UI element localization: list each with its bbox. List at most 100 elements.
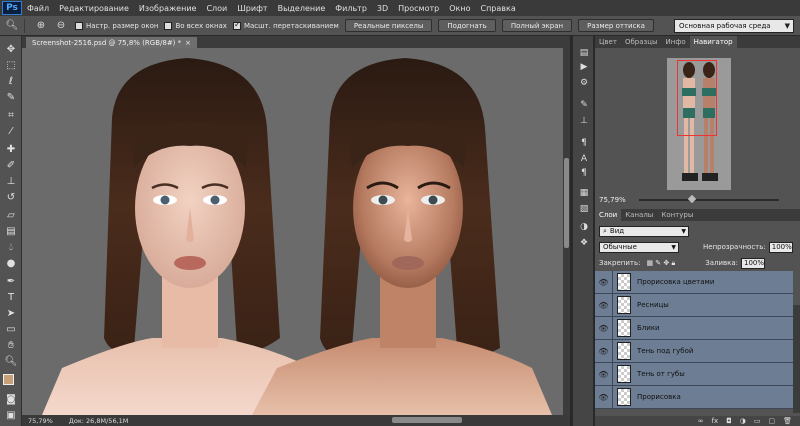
menu-file[interactable]: Файл [22, 4, 54, 13]
layer-filter-select[interactable]: ⌕ Вид ▼ [599, 225, 689, 237]
fill-input[interactable]: 100% [741, 257, 766, 269]
crop-tool-icon[interactable]: ⌗ [3, 108, 19, 122]
menu-select[interactable]: Выделение [273, 4, 331, 13]
actions-icon[interactable]: ▶ [577, 60, 591, 73]
layer-name[interactable]: Тень от губы [637, 370, 685, 378]
layers-scrollbar[interactable] [793, 305, 800, 413]
rectangle-tool-icon[interactable]: ▭ [3, 322, 19, 336]
menu-view[interactable]: Просмотр [393, 4, 444, 13]
paragraph-icon[interactable]: ¶ [577, 136, 591, 149]
tab-info[interactable]: Инфо [662, 36, 690, 48]
brush-tool-icon[interactable]: ✐ [3, 158, 19, 172]
blur-tool-icon[interactable]: 💧︎ [3, 240, 19, 254]
menu-filter[interactable]: Фильтр [330, 4, 372, 13]
move-tool-icon[interactable]: ✥ [3, 42, 19, 56]
tab-swatches[interactable]: Образцы [621, 36, 662, 48]
lock-icons[interactable]: ▦ ✎ ✥ 🔒︎ [646, 259, 675, 268]
marquee-tool-icon[interactable]: ⬚ [3, 58, 19, 72]
navigator-zoom-value[interactable]: 75,79% [599, 196, 626, 204]
checkbox-box[interactable] [164, 21, 173, 30]
actual-pixels-button[interactable]: Реальные пикселы [344, 19, 433, 32]
quick-mask-icon[interactable]: ◙ [3, 392, 19, 406]
print-size-button[interactable]: Размер оттиска [578, 19, 654, 32]
gradient-tool-icon[interactable]: ▤ [3, 224, 19, 238]
healing-brush-tool-icon[interactable]: ✚ [3, 142, 19, 156]
menu-3d[interactable]: 3D [372, 4, 393, 13]
tab-paths[interactable]: Контуры [657, 209, 697, 221]
glyph-icon[interactable]: ¶ [577, 166, 591, 179]
character-icon[interactable]: A [577, 152, 591, 165]
clone-source-icon[interactable]: ⊥ [577, 114, 591, 127]
eye-icon[interactable]: 👁︎ [595, 340, 613, 362]
eye-icon[interactable]: 👁︎ [595, 363, 613, 385]
zoom-level[interactable]: 75,79% [22, 417, 59, 425]
adjustment-icon[interactable]: ◑ [740, 417, 746, 425]
trash-icon[interactable]: 🗑︎ [783, 417, 792, 425]
lasso-tool-icon[interactable]: ℓ [3, 74, 19, 88]
foreground-color-swatch[interactable] [3, 374, 14, 385]
zoom-out-icon[interactable]: ⊖ [53, 19, 69, 33]
menu-edit[interactable]: Редактирование [54, 4, 134, 13]
eye-icon[interactable]: 👁︎ [595, 386, 613, 408]
navigator-view-box[interactable] [677, 60, 717, 136]
zoom-tool-icon[interactable]: 🔍︎ [4, 19, 20, 33]
tab-color[interactable]: Цвет [595, 36, 621, 48]
opacity-input[interactable]: 100% [768, 241, 793, 253]
menu-help[interactable]: Справка [475, 4, 520, 13]
eyedropper-tool-icon[interactable]: ⁄ [3, 124, 19, 138]
canvas[interactable] [22, 48, 563, 415]
clone-stamp-tool-icon[interactable]: ⊥ [3, 174, 19, 188]
eye-icon[interactable]: 👁︎ [595, 271, 613, 293]
layer-row[interactable]: 👁︎ Прорисовка цветами [595, 271, 793, 294]
workspace-select[interactable]: Основная рабочая среда ▼ [674, 19, 794, 33]
type-tool-icon[interactable]: T [3, 290, 19, 304]
horizontal-scrollbar-thumb[interactable] [392, 417, 462, 423]
checkbox-box[interactable] [232, 20, 241, 30]
navigator-zoom-slider[interactable] [639, 194, 779, 204]
layer-row[interactable]: 👁︎ Ресницы [595, 294, 793, 317]
layer-name[interactable]: Прорисовка [637, 393, 681, 401]
menu-type[interactable]: Шрифт [232, 4, 272, 13]
layer-name[interactable]: Блики [637, 324, 660, 332]
mask-icon[interactable]: ◘ [726, 417, 732, 425]
screen-mode-icon[interactable]: ▣ [3, 408, 19, 422]
brush-preset-icon[interactable]: ✎ [577, 98, 591, 111]
3d-icon[interactable]: ❖ [577, 236, 591, 249]
fx-icon[interactable]: fx [712, 417, 719, 425]
menu-window[interactable]: Окно [444, 4, 475, 13]
fill-screen-button[interactable]: Полный экран [501, 19, 573, 32]
tab-channels[interactable]: Каналы [621, 209, 657, 221]
layer-name[interactable]: Ресницы [637, 301, 669, 309]
resize-windows-checkbox[interactable]: Настр. размер окон [75, 21, 158, 30]
new-layer-icon[interactable]: ▢ [768, 417, 775, 425]
layer-row[interactable]: 👁︎ Прорисовка [595, 386, 793, 409]
quick-select-tool-icon[interactable]: ✎ [3, 90, 19, 104]
eye-icon[interactable]: 👁︎ [595, 294, 613, 316]
properties-icon[interactable]: ⚙ [577, 76, 591, 89]
layer-row[interactable]: 👁︎ Блики [595, 317, 793, 340]
all-windows-checkbox[interactable]: Во всех окнах [164, 21, 227, 30]
circle-icon[interactable]: ◑ [577, 220, 591, 233]
path-select-tool-icon[interactable]: ➤ [3, 306, 19, 320]
history-icon[interactable]: ▤ [577, 46, 591, 59]
scrollbar-thumb[interactable] [564, 158, 569, 248]
close-icon[interactable]: × [185, 39, 191, 47]
dodge-tool-icon[interactable]: ● [3, 256, 19, 270]
adjustments-icon[interactable]: ▦ [577, 186, 591, 199]
layer-name[interactable]: Тень под губой [637, 347, 693, 355]
zoom-in-icon[interactable]: ⊕ [33, 19, 49, 33]
fit-screen-button[interactable]: Подогнать [438, 19, 496, 32]
eraser-tool-icon[interactable]: ▱ [3, 208, 19, 222]
tab-navigator[interactable]: Навигатор [689, 36, 737, 48]
layer-row[interactable]: 👁︎ Тень от губы [595, 363, 793, 386]
scrubby-zoom-checkbox[interactable]: Масшт. перетаскиванием [232, 20, 339, 30]
layer-name[interactable]: Прорисовка цветами [637, 278, 714, 286]
checkbox-box[interactable] [75, 21, 83, 30]
eye-icon[interactable]: 👁︎ [595, 317, 613, 339]
folder-icon[interactable]: ▭ [754, 417, 761, 425]
blend-mode-select[interactable]: Обычные ▼ [599, 241, 679, 253]
zoom-tool-icon[interactable]: 🔍︎ [3, 354, 19, 368]
layer-row[interactable]: 👁︎ Тень под губой [595, 340, 793, 363]
link-icon[interactable]: ∞ [698, 417, 704, 425]
menu-image[interactable]: Изображение [134, 4, 202, 13]
